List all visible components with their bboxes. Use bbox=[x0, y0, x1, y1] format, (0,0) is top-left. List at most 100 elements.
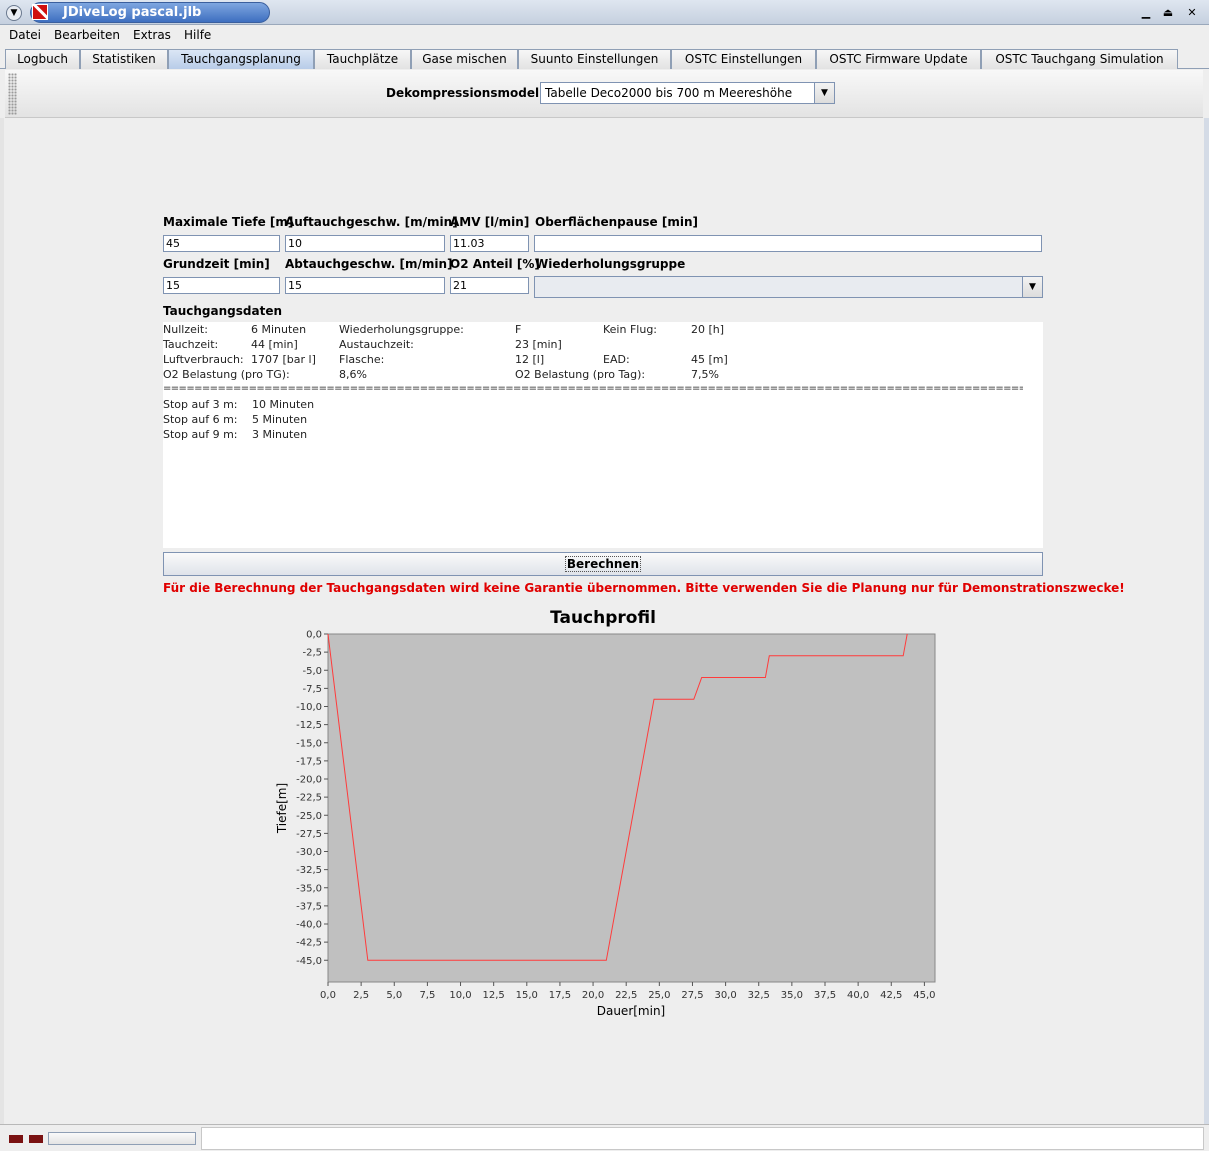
x-tick-label: 40,0 bbox=[847, 990, 869, 1001]
tab-gase-mischen[interactable]: Gase mischen bbox=[411, 49, 518, 69]
y-tick-label: -45,0 bbox=[296, 956, 322, 967]
x-tick-label: 15,0 bbox=[516, 990, 538, 1001]
stop-label: Stop auf 3 m: bbox=[163, 398, 238, 411]
ead-label: EAD: bbox=[603, 353, 630, 366]
maximize-icon[interactable]: ⏏ bbox=[1160, 5, 1176, 20]
y-tick-label: -12,5 bbox=[296, 720, 322, 731]
model-select[interactable]: Tabelle Deco2000 bis 700 m Meereshöhe ▼ bbox=[540, 82, 835, 104]
nullzeit-label: Nullzeit: bbox=[163, 323, 208, 336]
menu-datei[interactable]: Datei bbox=[9, 28, 41, 42]
amv-label: AMV [l/min] bbox=[450, 215, 530, 229]
surface-interval-input[interactable] bbox=[534, 235, 1042, 252]
tab-tauchgangsplanung[interactable]: Tauchgangsplanung bbox=[168, 49, 314, 69]
toolbar-grip-handle[interactable] bbox=[8, 73, 17, 115]
y-axis: 0,0 -2,5 -5,0 -7,5 -10,0 -12,5 -15,0 -17,5 -20,0… bbox=[296, 630, 328, 967]
austauch-value: 23 [min] bbox=[515, 338, 562, 351]
tab-tauchplaetze[interactable]: Tauchplätze bbox=[314, 49, 411, 69]
close-icon[interactable]: ✕ bbox=[1184, 5, 1200, 20]
wg-value: F bbox=[515, 323, 522, 336]
x-tick-label: 27,5 bbox=[681, 990, 703, 1001]
flug-label: Kein Flug: bbox=[603, 323, 658, 336]
o2-fraction-label: O2 Anteil [%] bbox=[450, 257, 540, 271]
repetition-group-label: Wiederholungsgruppe bbox=[535, 257, 686, 271]
max-depth-label: Maximale Tiefe [m] bbox=[163, 215, 294, 229]
tab-ostc-tauchgang-simulation[interactable]: OSTC Tauchgang Simulation bbox=[981, 49, 1178, 69]
y-tick-label: -30,0 bbox=[296, 847, 322, 858]
title-bar: ▼ JDiveLog pascal.jlb ▁ ⏏ ✕ bbox=[0, 0, 1209, 25]
stop-value: 10 Minuten bbox=[252, 398, 315, 411]
amv-input[interactable]: 11.03 bbox=[450, 235, 529, 252]
x-tick-label: 17,5 bbox=[549, 990, 571, 1001]
max-depth-input[interactable]: 45 bbox=[163, 235, 280, 252]
x-tick-label: 25,0 bbox=[648, 990, 670, 1001]
y-tick-label: -7,5 bbox=[302, 684, 322, 695]
chevron-down-icon[interactable]: ▼ bbox=[1022, 277, 1042, 297]
menu-datei-label: Datei bbox=[9, 28, 42, 42]
progress-bar bbox=[48, 1132, 196, 1145]
tauchzeit-label: Tauchzeit: bbox=[163, 338, 219, 351]
repetition-group-select[interactable]: ▼ bbox=[534, 276, 1043, 298]
flug-value: 20 [h] bbox=[691, 323, 725, 336]
stop-label: Stop auf 9 m: bbox=[163, 428, 238, 441]
y-tick-label: -20,0 bbox=[296, 775, 322, 786]
tab-ostc-einstellungen[interactable]: OSTC Einstellungen bbox=[671, 49, 816, 69]
decompression-toolbar: Dekompressionsmodel Tabelle Deco2000 bis… bbox=[5, 70, 1203, 118]
x-tick-label: 32,5 bbox=[748, 990, 770, 1001]
y-tick-label: 0,0 bbox=[306, 630, 322, 641]
x-tick-label: 35,0 bbox=[781, 990, 803, 1001]
x-tick-label: 42,5 bbox=[880, 990, 902, 1001]
window-title: JDiveLog pascal.jlb bbox=[63, 5, 202, 20]
y-tick-label: -40,0 bbox=[296, 920, 322, 931]
minimize-icon[interactable]: ▁ bbox=[1138, 5, 1154, 20]
ascent-speed-label: Auftauchgeschw. [m/min] bbox=[285, 215, 458, 229]
o2tg-label: O2 Belastung (pro TG): bbox=[163, 368, 290, 381]
descent-speed-input[interactable]: 15 bbox=[285, 277, 445, 294]
bottom-time-input[interactable]: 15 bbox=[163, 277, 280, 294]
tab-ostc-firmware-update[interactable]: OSTC Firmware Update bbox=[816, 49, 981, 69]
frame-right bbox=[1204, 118, 1209, 1124]
x-axis: 0,0 2,5 5,0 7,5 10,0 12,5 15,0 17,5 20,0 22,5 25,0… bbox=[320, 982, 936, 1001]
y-tick-label: -35,0 bbox=[296, 883, 322, 894]
window-menu-icon[interactable]: ▼ bbox=[6, 5, 22, 21]
o2-fraction-input[interactable]: 21 bbox=[450, 277, 529, 294]
austauch-label: Austauchzeit: bbox=[339, 338, 414, 351]
dive-data-title: Tauchgangsdaten bbox=[163, 304, 283, 318]
tab-statistiken[interactable]: Statistiken bbox=[80, 49, 168, 69]
flasche-label: Flasche: bbox=[339, 353, 385, 366]
menu-bearbeiten-label: Bearbeiten bbox=[54, 28, 120, 42]
disclaimer-warning: Für die Berechnung der Tauchgangsdaten w… bbox=[163, 581, 1125, 595]
window-title-pill: JDiveLog pascal.jlb bbox=[30, 2, 270, 23]
x-tick-label: 20,0 bbox=[582, 990, 604, 1001]
o2tg-value: 8,6% bbox=[339, 368, 367, 381]
dive-data-textarea[interactable]: Nullzeit: 6 Minuten Wiederholungsgruppe:… bbox=[163, 322, 1043, 548]
y-tick-label: -42,5 bbox=[296, 938, 322, 949]
y-tick-label: -32,5 bbox=[296, 865, 322, 876]
descent-speed-label: Abtauchgeschw. [m/min] bbox=[285, 257, 453, 271]
x-tick-label: 0,0 bbox=[320, 990, 336, 1001]
y-tick-label: -37,5 bbox=[296, 901, 322, 912]
menu-extras[interactable]: Extras bbox=[133, 28, 171, 42]
ascent-speed-input[interactable]: 10 bbox=[285, 235, 445, 252]
wg-label: Wiederholungsgruppe: bbox=[339, 323, 464, 336]
flasche-value: 12 [l] bbox=[515, 353, 545, 366]
separator-line: ========================================… bbox=[163, 383, 1023, 394]
tab-suunto-einstellungen[interactable]: Suunto Einstellungen bbox=[518, 49, 671, 69]
x-tick-label: 22,5 bbox=[615, 990, 637, 1001]
status-indicator-icon bbox=[29, 1135, 43, 1143]
menu-extras-label: Extras bbox=[133, 28, 171, 42]
calculate-button[interactable]: Berechnen bbox=[163, 552, 1043, 576]
chevron-down-icon[interactable]: ▼ bbox=[814, 83, 834, 103]
tab-logbuch[interactable]: Logbuch bbox=[5, 49, 80, 69]
menu-bearbeiten[interactable]: Bearbeiten bbox=[54, 28, 120, 42]
nullzeit-value: 6 Minuten bbox=[251, 323, 307, 336]
menu-hilfe[interactable]: Hilfe bbox=[184, 28, 211, 42]
x-tick-label: 7,5 bbox=[419, 990, 435, 1001]
luft-label: Luftverbrauch: bbox=[163, 353, 244, 366]
tab-bar: Logbuch Statistiken Tauchgangsplanung Ta… bbox=[0, 47, 1209, 69]
menu-hilfe-label: Hilfe bbox=[184, 28, 212, 42]
menu-bar: Datei Bearbeiten Extras Hilfe bbox=[0, 25, 1209, 47]
y-tick-label: -5,0 bbox=[302, 666, 322, 677]
stop-value: 5 Minuten bbox=[252, 413, 308, 426]
x-tick-label: 37,5 bbox=[814, 990, 836, 1001]
chart-title: Tauchprofil bbox=[550, 608, 656, 628]
